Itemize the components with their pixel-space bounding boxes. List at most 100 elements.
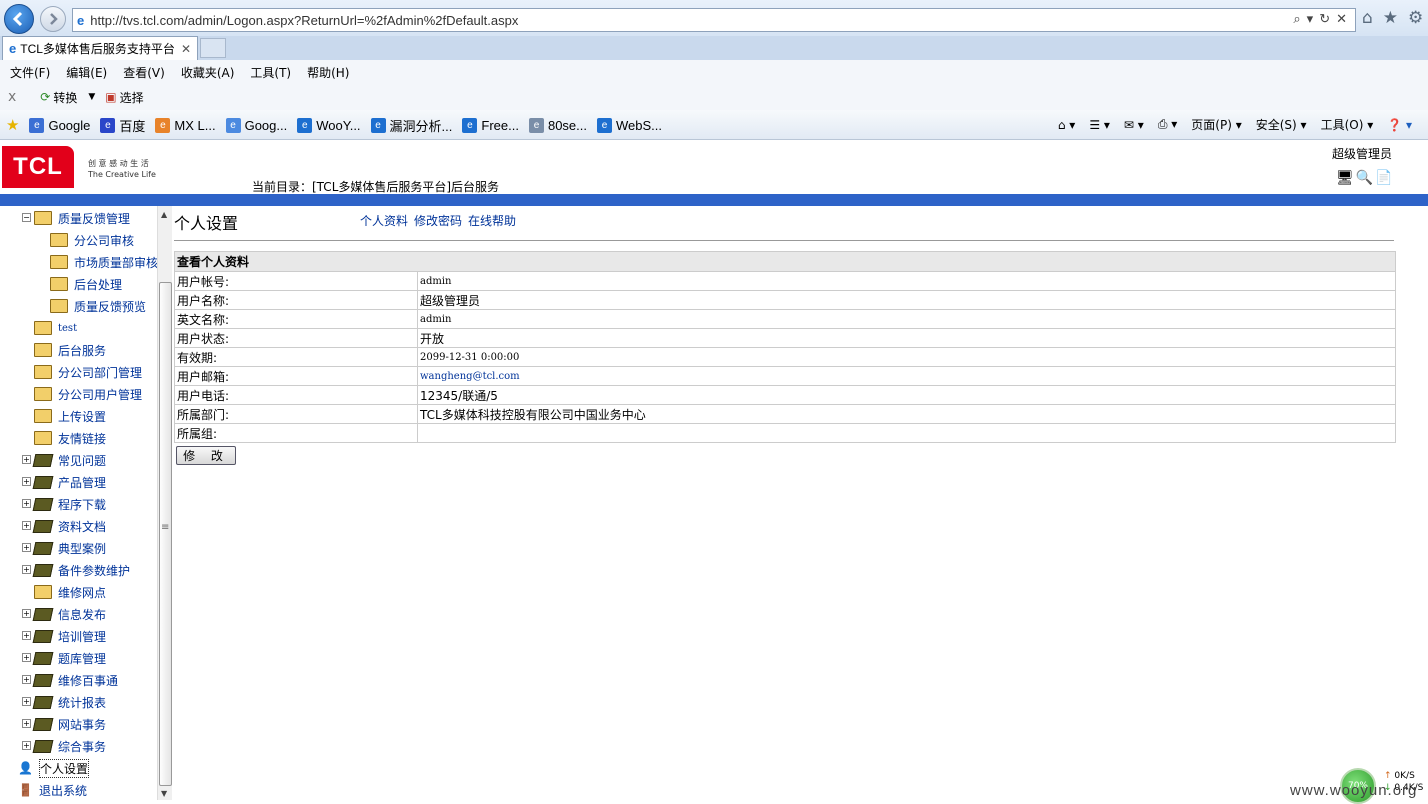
open-book-icon <box>34 211 52 225</box>
tree-item[interactable]: + 产品管理 <box>22 472 106 492</box>
help-icon[interactable]: ❓ ▾ <box>1387 118 1412 132</box>
tree-item[interactable]: − 质量反馈管理 <box>22 208 130 228</box>
scroll-up-icon[interactable]: ▲ <box>161 210 167 219</box>
settings-gear-icon[interactable]: ⚙ <box>1408 8 1423 28</box>
favorite-item[interactable]: e Goog... <box>225 116 287 135</box>
tree-item[interactable]: 友情链接 <box>34 428 106 448</box>
home-icon[interactable]: ⌂ ▾ <box>1058 118 1075 132</box>
refresh-icon[interactable]: ↻ <box>1319 11 1330 27</box>
document-icon[interactable]: 📄 <box>1375 170 1392 186</box>
back-button[interactable] <box>4 4 34 34</box>
favorites-star-icon[interactable]: ★ <box>1383 8 1398 28</box>
expand-icon[interactable]: + <box>22 499 31 508</box>
collapse-icon[interactable]: − <box>22 213 31 222</box>
favorite-item[interactable]: e Google <box>29 116 90 135</box>
address-bar[interactable]: e http://tvs.tcl.com/admin/Logon.aspx?Re… <box>72 8 1356 32</box>
home-icon[interactable]: ⌂ <box>1362 8 1373 28</box>
menu-tools[interactable]: 工具(T) <box>250 64 291 81</box>
link-profile[interactable]: 个人资料 <box>360 212 408 229</box>
page-menu[interactable]: 页面(P) ▾ <box>1191 116 1241 133</box>
tree-item[interactable]: + 常见问题 <box>22 450 106 470</box>
print-icon[interactable]: ⎙ ▾ <box>1158 117 1177 132</box>
tree-item[interactable]: 后台处理 <box>50 274 122 294</box>
new-tab-button[interactable] <box>200 38 226 58</box>
tree-item[interactable]: 后台服务 <box>34 340 106 360</box>
tree-item[interactable]: + 信息发布 <box>22 604 106 624</box>
expand-icon[interactable]: + <box>22 543 31 552</box>
compat-view-icon[interactable]: ▾ <box>1307 11 1314 27</box>
tree-item[interactable]: 分公司部门管理 <box>34 362 142 382</box>
favorite-item[interactable]: e WebS... <box>597 116 662 135</box>
close-toolbar-button[interactable]: x <box>8 89 16 105</box>
tree-item[interactable]: + 题库管理 <box>22 648 106 668</box>
tree-item[interactable]: 维修网点 <box>34 582 106 602</box>
scroll-thumb[interactable] <box>159 282 172 786</box>
link-change-password[interactable]: 修改密码 <box>414 212 462 229</box>
tree-item[interactable]: + 培训管理 <box>22 626 106 646</box>
favorite-item[interactable]: e WooY... <box>297 116 361 135</box>
tree-item[interactable]: 分公司审核 <box>50 230 134 250</box>
expand-icon[interactable]: + <box>22 477 31 486</box>
tree-item[interactable]: 上传设置 <box>34 406 106 426</box>
menu-favorites[interactable]: 收藏夹(A) <box>181 64 235 81</box>
tree-item[interactable]: 质量反馈预览 <box>50 296 146 316</box>
convert-button[interactable]: ⟳ 转换 ▼ <box>40 89 95 106</box>
tree-item[interactable]: 分公司用户管理 <box>34 384 142 404</box>
tree-item[interactable]: + 备件参数维护 <box>22 560 130 580</box>
expand-icon[interactable]: + <box>22 741 31 750</box>
expand-icon[interactable]: + <box>22 609 31 618</box>
tab-close-icon[interactable]: ✕ <box>181 42 191 56</box>
favorites-list: ★ e Google e 百度 e MX L... e Goog... e WooY... e 漏洞分… <box>6 116 662 135</box>
tree-item[interactable]: + 程序下载 <box>22 494 106 514</box>
expand-icon[interactable]: + <box>22 565 31 574</box>
tab-active[interactable]: e TCL多媒体售后服务支持平台 ✕ <box>2 36 198 60</box>
forward-button[interactable] <box>40 6 66 32</box>
computer-icon[interactable]: 🖥 <box>1336 170 1354 186</box>
favorite-item[interactable]: e 百度 <box>100 116 145 135</box>
tree-item[interactable]: 🚪 退出系统 <box>18 780 87 800</box>
search-icon[interactable]: ⌕ <box>1293 11 1300 27</box>
menu-view[interactable]: 查看(V) <box>123 64 165 81</box>
stop-icon[interactable]: ✕ <box>1336 11 1347 27</box>
expand-icon[interactable]: + <box>22 455 31 464</box>
watermark: www.wooyun.org <box>1290 782 1418 799</box>
scroll-down-icon[interactable]: ▼ <box>161 789 167 798</box>
admin-name: 超级管理员 <box>1332 147 1393 161</box>
menu-file[interactable]: 文件(F) <box>10 64 50 81</box>
tree-item[interactable]: + 资料文档 <box>22 516 106 536</box>
safety-menu[interactable]: 安全(S) ▾ <box>1256 116 1307 133</box>
mail-icon[interactable]: ✉ ▾ <box>1124 118 1144 132</box>
favorites-star-icon[interactable]: ★ <box>6 116 19 135</box>
expand-icon[interactable]: + <box>22 521 31 530</box>
field-label: 所属组: <box>174 423 418 443</box>
tree-item[interactable]: 👤 个人设置 <box>18 758 89 778</box>
favorite-item[interactable]: e 漏洞分析... <box>370 116 452 135</box>
chevron-down-icon[interactable]: ▼ <box>88 92 95 102</box>
feeds-icon[interactable]: ☰ ▾ <box>1089 118 1110 132</box>
favorite-item[interactable]: e Free... <box>462 116 519 135</box>
address-url[interactable]: http://tvs.tcl.com/admin/Logon.aspx?Retu… <box>90 13 518 28</box>
select-button[interactable]: ▣ 选择 <box>105 89 143 106</box>
expand-icon[interactable]: + <box>22 719 31 728</box>
open-book-icon <box>50 255 68 269</box>
tree-item[interactable]: test <box>34 318 77 338</box>
expand-icon[interactable]: + <box>22 653 31 662</box>
favorite-item[interactable]: e MX L... <box>155 116 216 135</box>
menu-help[interactable]: 帮助(H) <box>307 64 349 81</box>
sidebar-scrollbar[interactable]: ▲ ≡ ▼ <box>157 206 172 800</box>
tree-item[interactable]: + 维修百事通 <box>22 670 118 690</box>
expand-icon[interactable]: + <box>22 631 31 640</box>
menu-edit[interactable]: 编辑(E) <box>66 64 107 81</box>
tree-item[interactable]: + 综合事务 <box>22 736 106 756</box>
tree-item[interactable]: + 典型案例 <box>22 538 106 558</box>
favorite-item[interactable]: e 80se... <box>528 116 587 135</box>
user-search-icon[interactable]: 🔍 <box>1356 170 1373 186</box>
expand-icon[interactable]: + <box>22 675 31 684</box>
tree-item[interactable]: + 统计报表 <box>22 692 106 712</box>
edit-button[interactable]: 修 改 <box>176 446 236 465</box>
expand-icon[interactable]: + <box>22 697 31 706</box>
tree-item[interactable]: + 网站事务 <box>22 714 106 734</box>
tree-item[interactable]: 市场质量部审核 <box>50 252 158 272</box>
tools-menu[interactable]: 工具(O) ▾ <box>1321 116 1374 133</box>
link-online-help[interactable]: 在线帮助 <box>468 212 516 229</box>
